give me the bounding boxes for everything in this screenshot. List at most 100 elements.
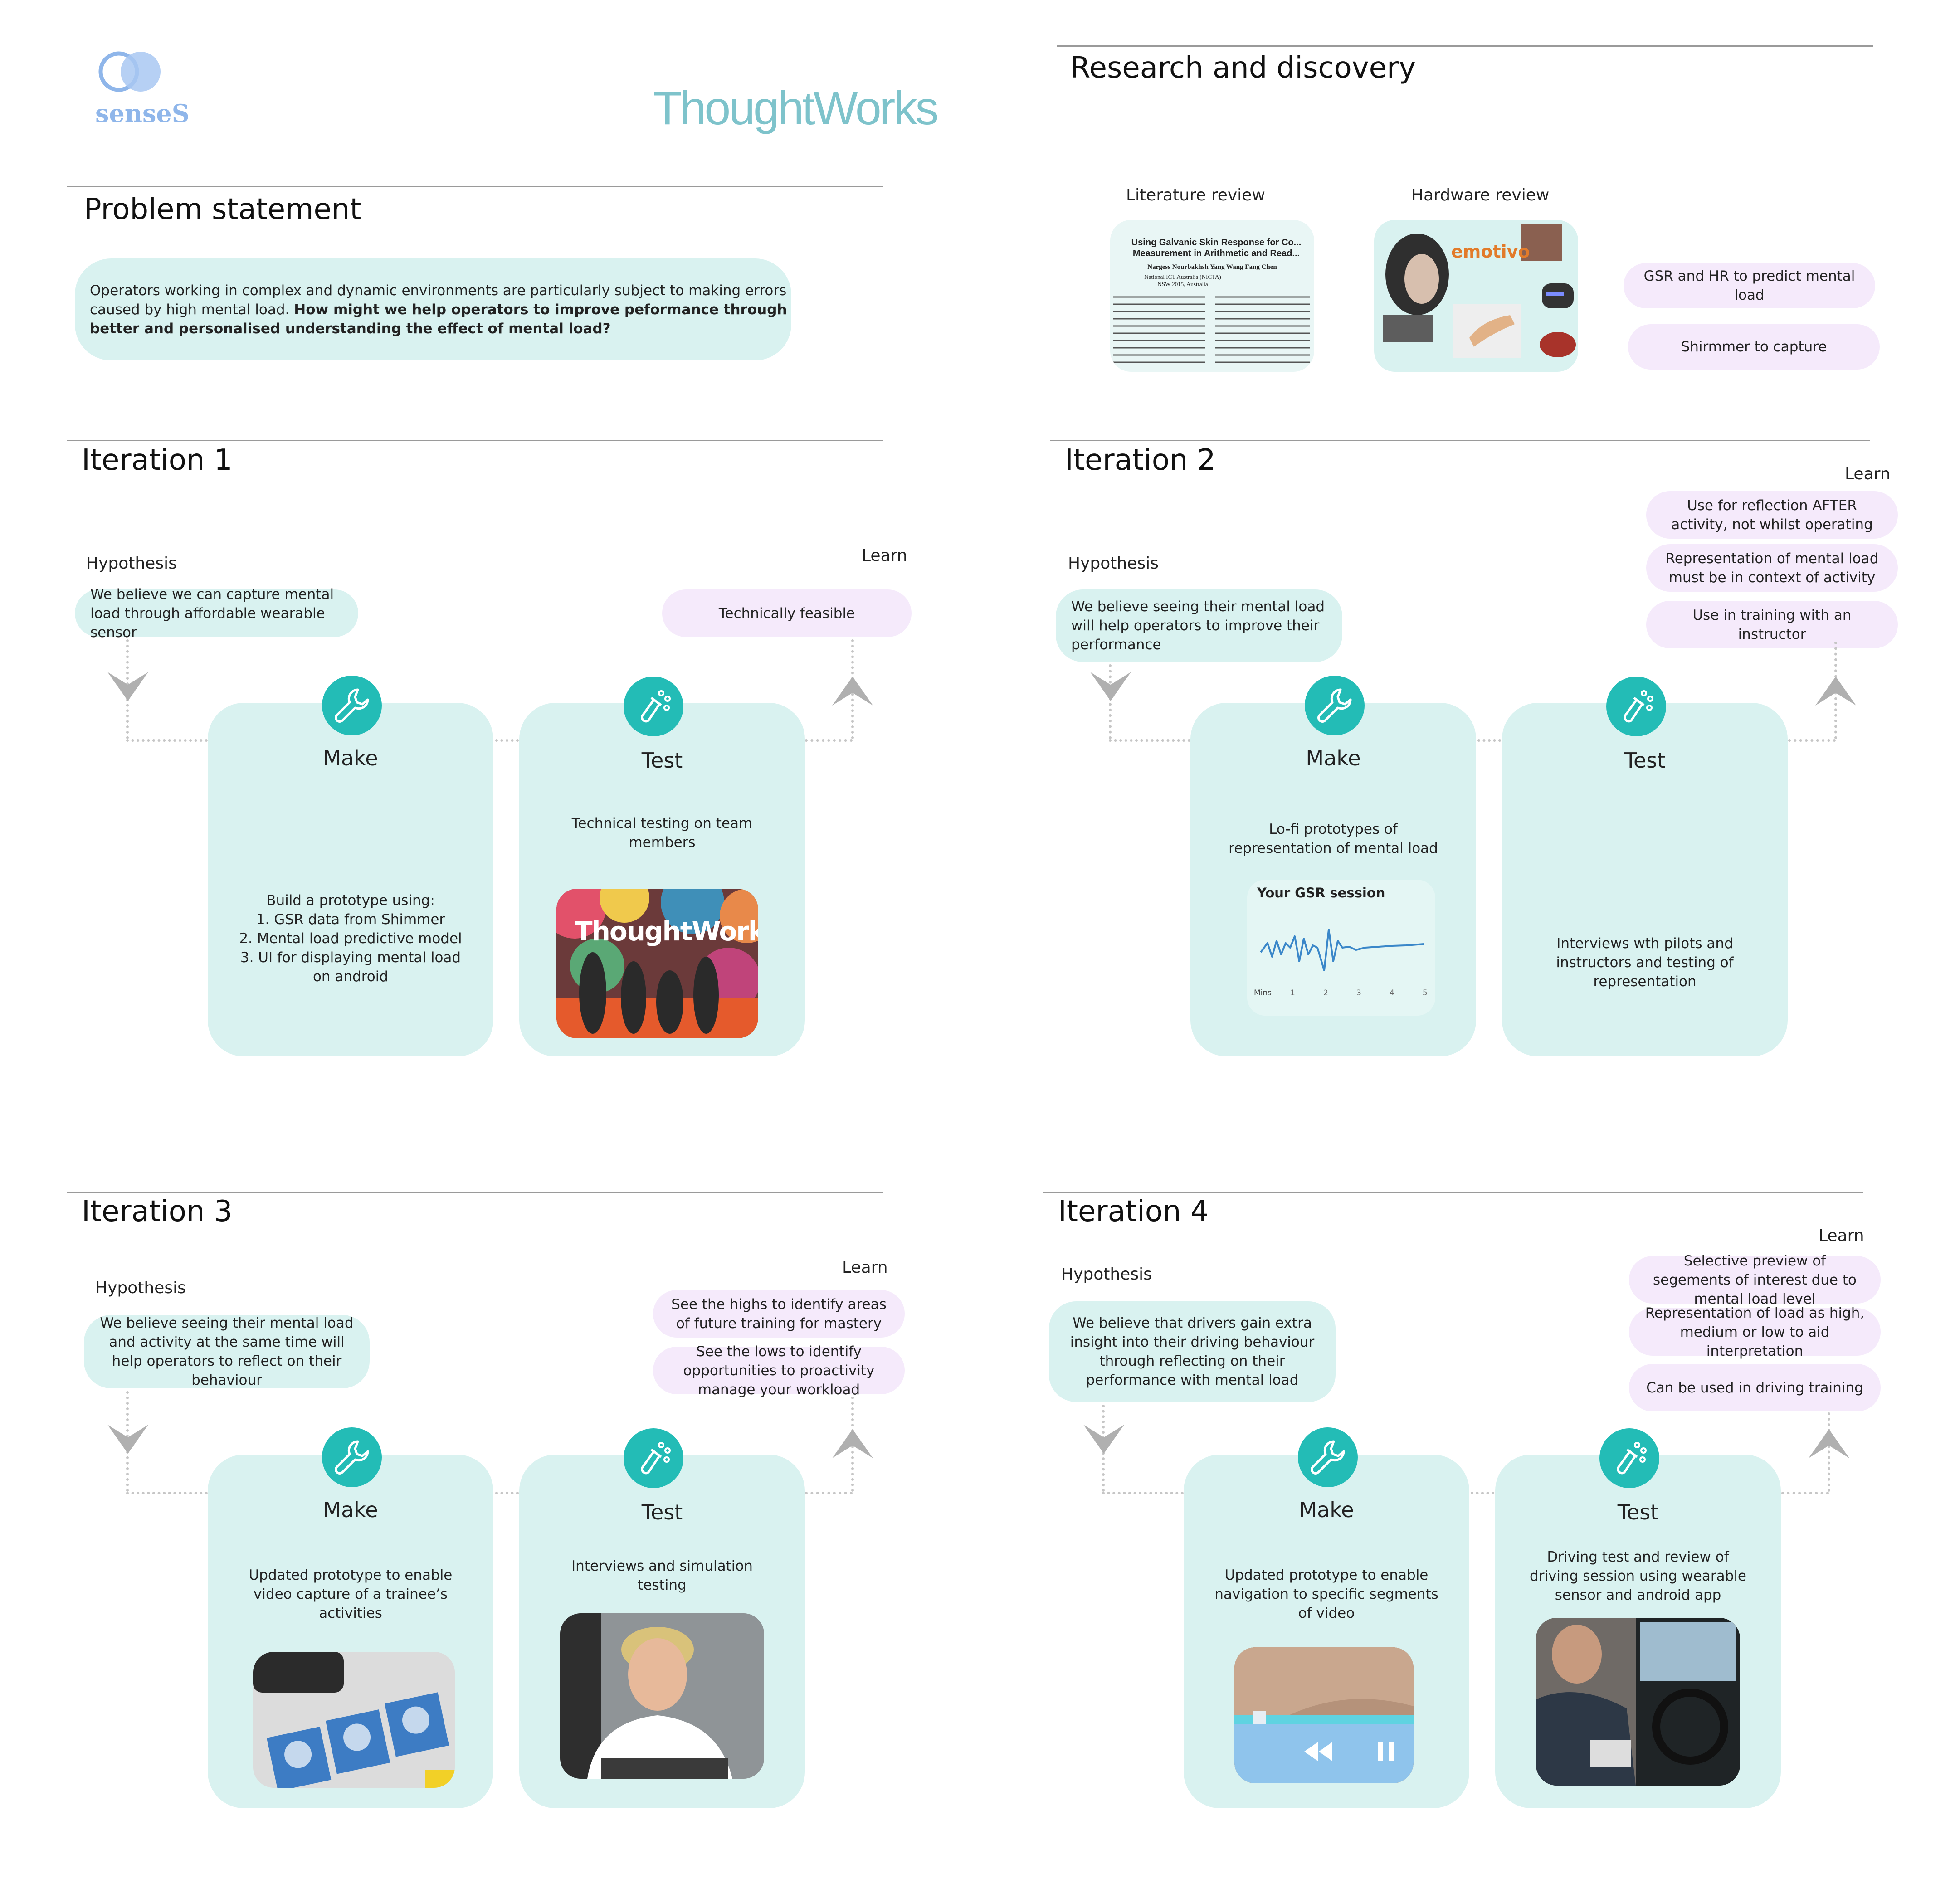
flow-line <box>126 739 208 742</box>
test-badge <box>1606 677 1666 736</box>
learn-bubble: Technically feasible <box>662 589 912 637</box>
flow-line <box>1109 739 1190 742</box>
team-photo-art <box>556 889 758 1038</box>
flow-line <box>495 1492 519 1494</box>
test-text: Driving test and review of driving sessi… <box>1530 1549 1746 1603</box>
learn-bubble: See the highs to identify areas of futur… <box>653 1290 905 1338</box>
flow-line <box>1781 1492 1829 1494</box>
iteration-title: Iteration 3 <box>82 1195 233 1228</box>
problem-title: Problem statement <box>84 193 361 226</box>
make-card: Make Updated prototype to enable video c… <box>208 1455 493 1808</box>
test-title: Test <box>641 748 683 773</box>
hardware-review-label: Hardware review <box>1411 186 1550 204</box>
hypothesis-bubble: We believe that drivers gain extra insig… <box>1049 1301 1336 1402</box>
test-badge <box>1599 1428 1659 1488</box>
arrow-up-icon <box>832 677 873 706</box>
arrow-down-icon <box>107 672 148 701</box>
wrench-icon <box>335 688 369 723</box>
hypothesis-bubble: We believe seeing their mental load will… <box>1056 589 1342 662</box>
hypothesis-label: Hypothesis <box>1068 554 1159 573</box>
video-capture-photo <box>253 1652 455 1788</box>
gsr-x-label: Mins <box>1254 988 1272 998</box>
learn-bubble: Representation of load as high, medium o… <box>1629 1305 1881 1359</box>
test-card: Test Interviews wth pilots and instructo… <box>1502 703 1788 1056</box>
simulation-test-photo <box>560 1613 764 1779</box>
hypothesis-bubble: We believe we can capture mental load th… <box>75 586 358 641</box>
learn-bubble: Can be used in driving training <box>1629 1364 1881 1411</box>
test-tube-icon <box>1617 1442 1647 1475</box>
learn-label: Learn <box>1819 1226 1864 1245</box>
test-badge <box>624 1428 683 1488</box>
divider <box>67 1192 883 1193</box>
wrench-icon <box>335 1440 369 1475</box>
divider <box>67 186 883 187</box>
wrench-icon <box>1311 1440 1345 1475</box>
make-card: Make Lo-fi prototypes of representation … <box>1190 703 1476 1056</box>
arrow-up-icon <box>1815 677 1856 706</box>
make-badge <box>322 676 382 735</box>
test-text: Technical testing on team members <box>571 815 753 851</box>
senses-logo-mark <box>98 51 161 92</box>
test-card: Test Interviews and simulation testing <box>519 1455 805 1808</box>
test-tube-icon <box>641 1442 671 1475</box>
team-photo-sign: ThoughtWorks <box>575 916 758 947</box>
gsr-chart-title: Your GSR session <box>1257 885 1385 900</box>
make-text: Updated prototype to enable navigation t… <box>1214 1567 1438 1621</box>
arrow-up-icon <box>832 1429 873 1458</box>
paper-authors: Nargess Nourbakhsh Yang Wang Fang Chen <box>1147 263 1277 271</box>
arrow-down-icon <box>1083 1425 1124 1454</box>
flow-line <box>495 739 519 742</box>
gsr-tick: 1 <box>1290 988 1295 998</box>
gsr-tick: 5 <box>1423 988 1428 998</box>
test-text: Interviews and simulation testing <box>571 1558 753 1593</box>
divider <box>1043 1192 1863 1193</box>
gsr-tick: 3 <box>1356 988 1361 998</box>
hypothesis-label: Hypothesis <box>86 554 177 573</box>
learn-label: Learn <box>862 546 907 565</box>
senses-logo-text: senseS <box>95 99 190 128</box>
team-photo: ThoughtWorks <box>556 889 758 1038</box>
flow-line <box>805 739 853 742</box>
make-badge <box>322 1427 382 1487</box>
make-badge <box>1298 1427 1358 1487</box>
iteration-title: Iteration 1 <box>82 443 233 477</box>
rewind-icon[interactable] <box>1302 1740 1334 1763</box>
arrow-up-icon <box>1809 1429 1849 1458</box>
make-badge <box>1305 676 1365 735</box>
hypothesis-label: Hypothesis <box>1061 1265 1152 1284</box>
test-card: Test Technical testing on team members T… <box>519 703 805 1056</box>
research-title: Research and discovery <box>1070 51 1416 85</box>
paper-body-lines <box>1113 296 1310 363</box>
make-title: Make <box>323 1498 378 1522</box>
gsr-line-chart <box>1260 929 1424 971</box>
learn-label: Learn <box>842 1258 888 1277</box>
flow-line <box>126 1492 208 1494</box>
divider <box>1050 440 1870 441</box>
test-title: Test <box>1617 1500 1659 1524</box>
iteration-title: Iteration 4 <box>1058 1195 1209 1228</box>
make-text: Lo-fi prototypes of representation of me… <box>1229 821 1438 857</box>
flow-line <box>805 1492 853 1494</box>
pause-icon[interactable] <box>1375 1740 1398 1763</box>
learn-bubble: Use for reflection AFTER activity, not w… <box>1646 491 1898 539</box>
senses-logo: senseS <box>95 50 190 141</box>
flow-line <box>1477 739 1501 742</box>
iteration-title: Iteration 2 <box>1065 443 1216 477</box>
wrench-icon <box>1317 688 1352 723</box>
make-text: Build a prototype using: 1. GSR data fro… <box>239 892 462 985</box>
test-tube-icon <box>641 690 671 723</box>
video-player-art <box>1234 1647 1414 1783</box>
test-text: Interviews wth pilots and instructors an… <box>1556 935 1734 990</box>
learn-bubble: Use in training with an instructor <box>1646 601 1898 648</box>
test-badge <box>624 677 683 736</box>
driving-test-photo <box>1536 1618 1740 1786</box>
paper-title: Using Galvanic Skin Response for Co... M… <box>1131 238 1302 258</box>
make-title: Make <box>1306 746 1361 770</box>
literature-review-image: Using Galvanic Skin Response for Co... M… <box>1110 220 1314 372</box>
gsr-chart-card: Your GSR session Mins 1 2 3 4 5 <box>1247 880 1435 1016</box>
flow-line <box>1471 1492 1494 1494</box>
arrow-down-icon <box>107 1425 148 1454</box>
make-title: Make <box>323 746 378 770</box>
test-title: Test <box>1624 748 1666 773</box>
test-tube-icon <box>1624 690 1653 723</box>
